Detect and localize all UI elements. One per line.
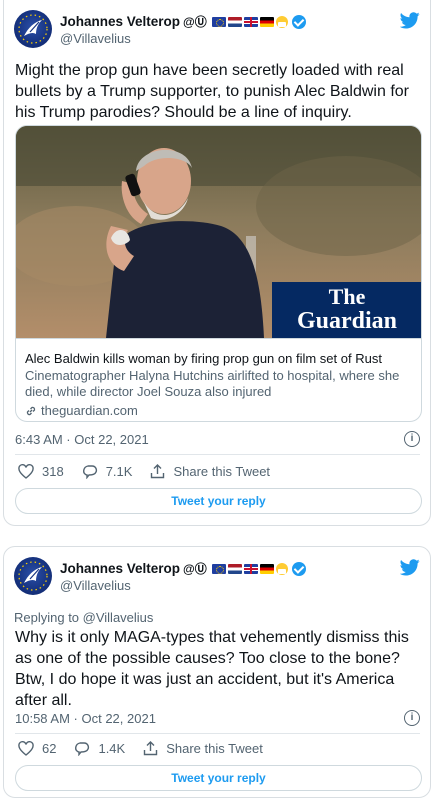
twitter-bird-icon[interactable] bbox=[400, 559, 420, 576]
author-name[interactable]: Johannes Velterop bbox=[60, 561, 180, 576]
card-meta[interactable]: Alec Baldwin kills woman by firing prop … bbox=[16, 338, 421, 421]
link-icon bbox=[26, 406, 36, 415]
heart-icon[interactable] bbox=[18, 741, 34, 756]
info-icon[interactable]: i bbox=[404, 710, 420, 726]
heart-icon[interactable] bbox=[18, 464, 34, 479]
divider bbox=[15, 454, 420, 455]
like-count: 62 bbox=[42, 741, 57, 756]
verified-badge-icon bbox=[291, 561, 306, 576]
tweet-text: Might the prop gun have been secretly lo… bbox=[15, 62, 409, 121]
author-flag-emojis bbox=[211, 15, 288, 28]
verified-badge-icon bbox=[291, 14, 306, 29]
share-icon[interactable] bbox=[150, 464, 165, 479]
avatar[interactable] bbox=[14, 10, 52, 48]
reply-count: 7.1K bbox=[105, 464, 133, 479]
reply-count: 1.4K bbox=[98, 741, 126, 756]
reply-action[interactable]: 7.1K bbox=[82, 464, 133, 479]
tweet-embed-2: Johannes Velterop @Ⓤ @Villavelius Replyi… bbox=[3, 546, 431, 798]
author-name-line[interactable]: Johannes Velterop @Ⓤ bbox=[60, 560, 306, 577]
tweet-header: Johannes Velterop @Ⓤ @Villavelius bbox=[14, 557, 420, 597]
like-action[interactable]: 62 bbox=[18, 741, 56, 756]
speech-bubble-icon[interactable] bbox=[82, 464, 98, 479]
author-name-symbols: @Ⓤ bbox=[183, 562, 207, 576]
netherlands-flag-icon bbox=[227, 16, 242, 27]
share-label[interactable]: Share this Tweet bbox=[166, 741, 263, 756]
speech-bubble-icon[interactable] bbox=[74, 741, 90, 756]
share-icon[interactable] bbox=[143, 741, 158, 756]
author-flag-emojis bbox=[211, 562, 288, 575]
twitter-bird-icon[interactable] bbox=[400, 12, 420, 29]
mask-face-icon bbox=[275, 562, 288, 575]
author-name-line[interactable]: Johannes Velterop @Ⓤ bbox=[60, 13, 306, 30]
like-action[interactable]: 318 bbox=[18, 464, 64, 479]
replying-to[interactable]: Replying to @Villavelius bbox=[14, 610, 153, 625]
uk-flag-icon bbox=[243, 16, 258, 27]
tweet-embed-1: Johannes Velterop @Ⓤ @Villavelius Might … bbox=[3, 0, 431, 526]
germany-flag-icon bbox=[259, 16, 274, 27]
author-name[interactable]: Johannes Velterop bbox=[60, 14, 180, 29]
eu-flag-icon bbox=[211, 16, 226, 27]
share-label[interactable]: Share this Tweet bbox=[173, 464, 270, 479]
mask-face-icon bbox=[275, 15, 288, 28]
card-title[interactable]: Alec Baldwin kills woman by firing prop … bbox=[25, 350, 414, 367]
divider bbox=[15, 733, 420, 734]
tweet-header: Johannes Velterop @Ⓤ @Villavelius bbox=[14, 10, 420, 50]
tweet-text: Why is it only MAGA-types that vehementl… bbox=[15, 629, 409, 709]
share-action[interactable]: Share this Tweet bbox=[143, 741, 263, 756]
germany-flag-icon bbox=[259, 563, 274, 574]
guardian-logo-the: The bbox=[329, 284, 366, 309]
share-action[interactable]: Share this Tweet bbox=[150, 464, 270, 479]
card-domain-text[interactable]: theguardian.com bbox=[41, 402, 138, 419]
author-handle[interactable]: @Villavelius bbox=[60, 31, 131, 46]
like-count: 318 bbox=[42, 464, 64, 479]
info-icon[interactable]: i bbox=[404, 431, 420, 447]
tweet-actions: 318 7.1K Share this Tweet bbox=[18, 464, 288, 479]
tweet-timestamp[interactable]: 6:43 AM · Oct 22, 2021 bbox=[15, 432, 149, 447]
author-name-symbols: @Ⓤ bbox=[183, 15, 207, 29]
eu-flag-icon bbox=[211, 563, 226, 574]
card-image[interactable]: The Guardian bbox=[16, 126, 421, 338]
link-card[interactable]: The Guardian Alec Baldwin kills woman by… bbox=[15, 125, 422, 422]
tweet-timestamp[interactable]: 10:58 AM · Oct 22, 2021 bbox=[15, 711, 156, 726]
netherlands-flag-icon bbox=[227, 563, 242, 574]
avatar[interactable] bbox=[14, 557, 52, 595]
card-description: Cinematographer Halyna Hutchins airlifte… bbox=[25, 368, 400, 399]
card-domain[interactable]: theguardian.com bbox=[25, 402, 414, 419]
guardian-logo-guardian: Guardian bbox=[297, 308, 397, 334]
author-handle[interactable]: @Villavelius bbox=[60, 578, 131, 593]
uk-flag-icon bbox=[243, 563, 258, 574]
tweet-actions: 62 1.4K Share this Tweet bbox=[18, 741, 281, 756]
tweet-your-reply-button[interactable]: Tweet your reply bbox=[15, 488, 422, 514]
reply-action[interactable]: 1.4K bbox=[74, 741, 125, 756]
tweet-your-reply-button[interactable]: Tweet your reply bbox=[15, 765, 422, 791]
